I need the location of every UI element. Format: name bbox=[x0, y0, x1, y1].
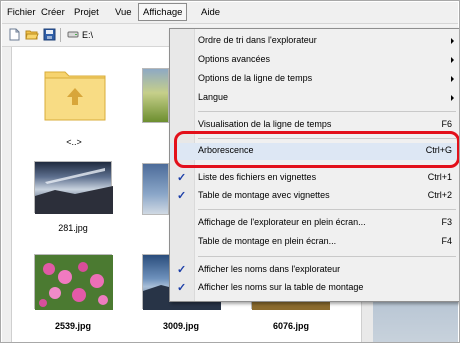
submenu-arrow-icon bbox=[451, 57, 454, 63]
new-file-icon[interactable] bbox=[8, 28, 21, 41]
application-window: Fichier Créer Projet Vue Affichage Aide … bbox=[0, 0, 460, 343]
menu-item-label: Langue bbox=[198, 92, 229, 102]
menu-item-label: Affichage de l'explorateur en plein écra… bbox=[198, 217, 366, 227]
menu-item-shortcut: F6 bbox=[441, 119, 452, 129]
menu-item-shortcut: Ctrl+2 bbox=[427, 190, 452, 200]
menu-item-label: Ordre de tri dans l'explorateur bbox=[198, 35, 317, 45]
folder-up-icon bbox=[44, 71, 106, 121]
menu-item-label: Options avancées bbox=[198, 54, 271, 64]
left-splitter[interactable] bbox=[2, 47, 12, 342]
menu-separator bbox=[198, 111, 456, 112]
thumbnail-label-3009: 3009.jpg bbox=[162, 321, 200, 331]
menu-item-thumbnail-list[interactable]: ✓ Liste des fichiers en vignettes Ctrl+1 bbox=[170, 170, 459, 187]
open-folder-icon[interactable] bbox=[25, 28, 39, 41]
menu-aide[interactable]: Aide bbox=[201, 6, 220, 19]
folder-up-item[interactable] bbox=[43, 64, 107, 122]
menu-separator bbox=[198, 256, 456, 257]
menu-vue[interactable]: Vue bbox=[115, 6, 132, 19]
menu-item-storyboard-fullscreen[interactable]: Table de montage en plein écran... F4 bbox=[170, 234, 459, 251]
image-thumbnail[interactable] bbox=[142, 163, 169, 215]
menu-item-show-names-storyboard[interactable]: ✓ Afficher les noms sur la table de mont… bbox=[170, 280, 459, 297]
checkmark-icon: ✓ bbox=[177, 282, 187, 294]
menu-item-shortcut: F4 bbox=[441, 236, 452, 246]
current-path: E:\ bbox=[82, 30, 94, 40]
menu-affichage[interactable]: Affichage bbox=[138, 3, 188, 21]
image-thumbnail-2539[interactable] bbox=[34, 254, 113, 310]
menu-projet[interactable]: Projet bbox=[74, 6, 99, 19]
menu-item-label: Liste des fichiers en vignettes bbox=[198, 172, 317, 182]
menu-item-label: Visualisation de la ligne de temps bbox=[198, 119, 332, 129]
menu-item-label: Afficher les noms sur la table de montag… bbox=[198, 282, 364, 292]
submenu-arrow-icon bbox=[451, 38, 454, 44]
checkmark-icon: ✓ bbox=[177, 264, 187, 276]
drive-icon[interactable] bbox=[67, 28, 79, 41]
menu-item-explorer-fullscreen[interactable]: Affichage de l'explorateur en plein écra… bbox=[170, 215, 459, 232]
menu-creer[interactable]: Créer bbox=[41, 6, 65, 19]
menu-item-language[interactable]: Langue bbox=[170, 90, 459, 107]
checkmark-icon: ✓ bbox=[177, 172, 187, 184]
menu-item-storyboard-thumbnails[interactable]: ✓ Table de montage avec vignettes Ctrl+2 bbox=[170, 188, 459, 205]
menu-separator bbox=[198, 209, 456, 210]
menu-item-show-names-explorer[interactable]: ✓ Afficher les noms dans l'explorateur bbox=[170, 262, 459, 279]
menu-item-label: Options de la ligne de temps bbox=[198, 73, 313, 83]
menu-item-sort-order[interactable]: Ordre de tri dans l'explorateur bbox=[170, 33, 459, 50]
highlight-annotation-box bbox=[174, 131, 459, 168]
save-icon[interactable] bbox=[43, 28, 56, 41]
image-thumbnail-281[interactable] bbox=[34, 161, 113, 214]
menu-item-label: Table de montage en plein écran... bbox=[198, 236, 337, 246]
menu-fichier[interactable]: Fichier bbox=[7, 6, 36, 19]
thumbnail-label-2539: 2539.jpg bbox=[54, 321, 92, 331]
menu-item-label: Table de montage avec vignettes bbox=[198, 190, 330, 200]
submenu-arrow-icon bbox=[451, 95, 454, 101]
toolbar-separator bbox=[60, 28, 61, 42]
checkmark-icon: ✓ bbox=[177, 190, 187, 202]
folder-up-label: <..> bbox=[66, 137, 82, 147]
menu-bar: Fichier Créer Projet Vue Affichage Aide bbox=[2, 2, 458, 24]
image-thumbnail[interactable] bbox=[142, 68, 169, 123]
menu-item-timeline-options[interactable]: Options de la ligne de temps bbox=[170, 71, 459, 88]
thumbnail-pink-flowers bbox=[35, 255, 113, 310]
menu-item-advanced-options[interactable]: Options avancées bbox=[170, 52, 459, 69]
thumbnail-label-281: 281.jpg bbox=[58, 223, 88, 233]
menu-item-label: Afficher les noms dans l'explorateur bbox=[198, 264, 341, 274]
menu-item-shortcut: Ctrl+1 bbox=[427, 172, 452, 182]
submenu-arrow-icon bbox=[451, 76, 454, 82]
thumbnail-label-6076: 6076.jpg bbox=[272, 321, 310, 331]
menu-item-shortcut: F3 bbox=[441, 217, 452, 227]
thumbnail-sunset-landscape bbox=[35, 168, 113, 214]
